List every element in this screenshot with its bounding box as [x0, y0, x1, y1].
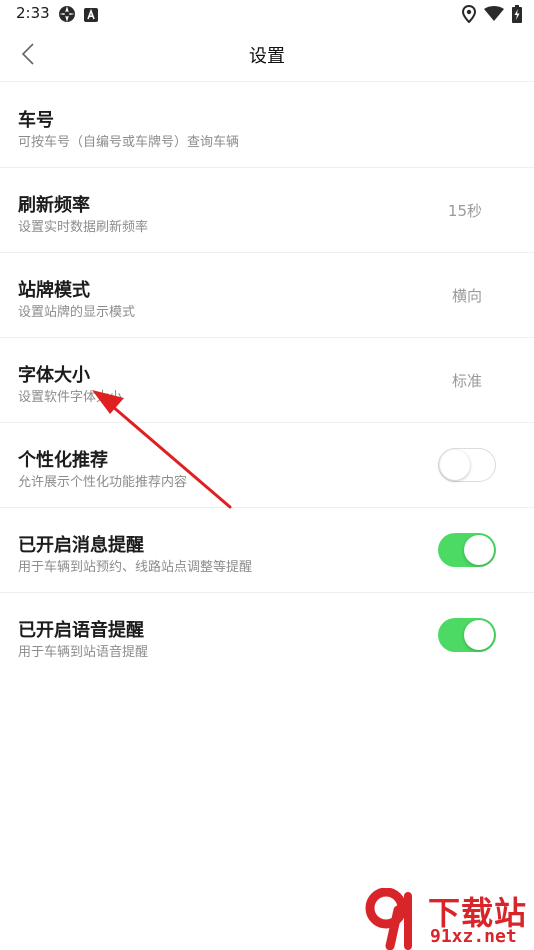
setting-row-font-size[interactable]: 字体大小 设置软件字体大小 标准 — [0, 338, 534, 423]
setting-desc: 用于车辆到站预约、线路站点调整等提醒 — [18, 560, 253, 575]
setting-title: 个性化推荐 — [18, 450, 108, 471]
page-title: 设置 — [249, 46, 285, 67]
setting-title: 车号 — [18, 110, 54, 131]
voice-reminder-toggle[interactable] — [438, 618, 496, 652]
setting-desc: 设置实时数据刷新频率 — [18, 220, 149, 235]
setting-desc: 设置站牌的显示模式 — [18, 305, 136, 320]
toggle-knob — [464, 535, 494, 565]
aperture-icon — [58, 5, 76, 27]
personalized-recommendation-toggle[interactable] — [438, 448, 496, 482]
setting-value: 标准 — [451, 372, 482, 390]
toggle-knob — [464, 620, 494, 650]
setting-desc: 允许展示个性化功能推荐内容 — [18, 475, 188, 490]
setting-row-personalized-recommendation: 个性化推荐 允许展示个性化功能推荐内容 — [0, 423, 534, 508]
toggle-knob — [440, 450, 470, 480]
settings-list: 车号 可按车号（自编号或车牌号）查询车辆 刷新频率 设置实时数据刷新频率 15秒… — [0, 83, 534, 678]
setting-title: 站牌模式 — [18, 280, 90, 301]
setting-row-bus-number[interactable]: 车号 可按车号（自编号或车牌号）查询车辆 — [0, 83, 534, 168]
setting-title: 刷新频率 — [18, 195, 90, 216]
setting-desc: 设置软件字体大小 — [18, 390, 123, 405]
setting-title: 已开启消息提醒 — [18, 535, 144, 556]
setting-row-stop-sign-mode[interactable]: 站牌模式 设置站牌的显示模式 横向 — [0, 253, 534, 338]
message-reminder-toggle[interactable] — [438, 533, 496, 567]
setting-value: 横向 — [451, 287, 482, 305]
status-bar: 2:33 — [0, 0, 534, 28]
watermark: 下载站 91xz.net — [360, 888, 534, 950]
setting-row-refresh-rate[interactable]: 刷新频率 设置实时数据刷新频率 15秒 — [0, 168, 534, 253]
a-badge-icon — [84, 7, 98, 26]
setting-title: 已开启语音提醒 — [18, 620, 144, 641]
watermark-logo-icon — [365, 888, 412, 950]
setting-desc: 可按车号（自编号或车牌号）查询车辆 — [18, 135, 240, 150]
setting-value: 15秒 — [447, 202, 482, 220]
wifi-icon — [484, 6, 504, 26]
watermark-url: 91xz.net — [430, 926, 517, 947]
setting-row-message-reminder: 已开启消息提醒 用于车辆到站预约、线路站点调整等提醒 — [0, 508, 534, 593]
setting-desc: 用于车辆到站语音提醒 — [18, 645, 149, 660]
app-bar: 设置 — [0, 28, 534, 82]
status-time: 2:33 — [16, 4, 50, 22]
setting-title: 字体大小 — [18, 365, 90, 386]
battery-charging-icon — [512, 5, 522, 27]
location-icon — [461, 4, 477, 27]
setting-row-voice-reminder: 已开启语音提醒 用于车辆到站语音提醒 — [0, 593, 534, 678]
